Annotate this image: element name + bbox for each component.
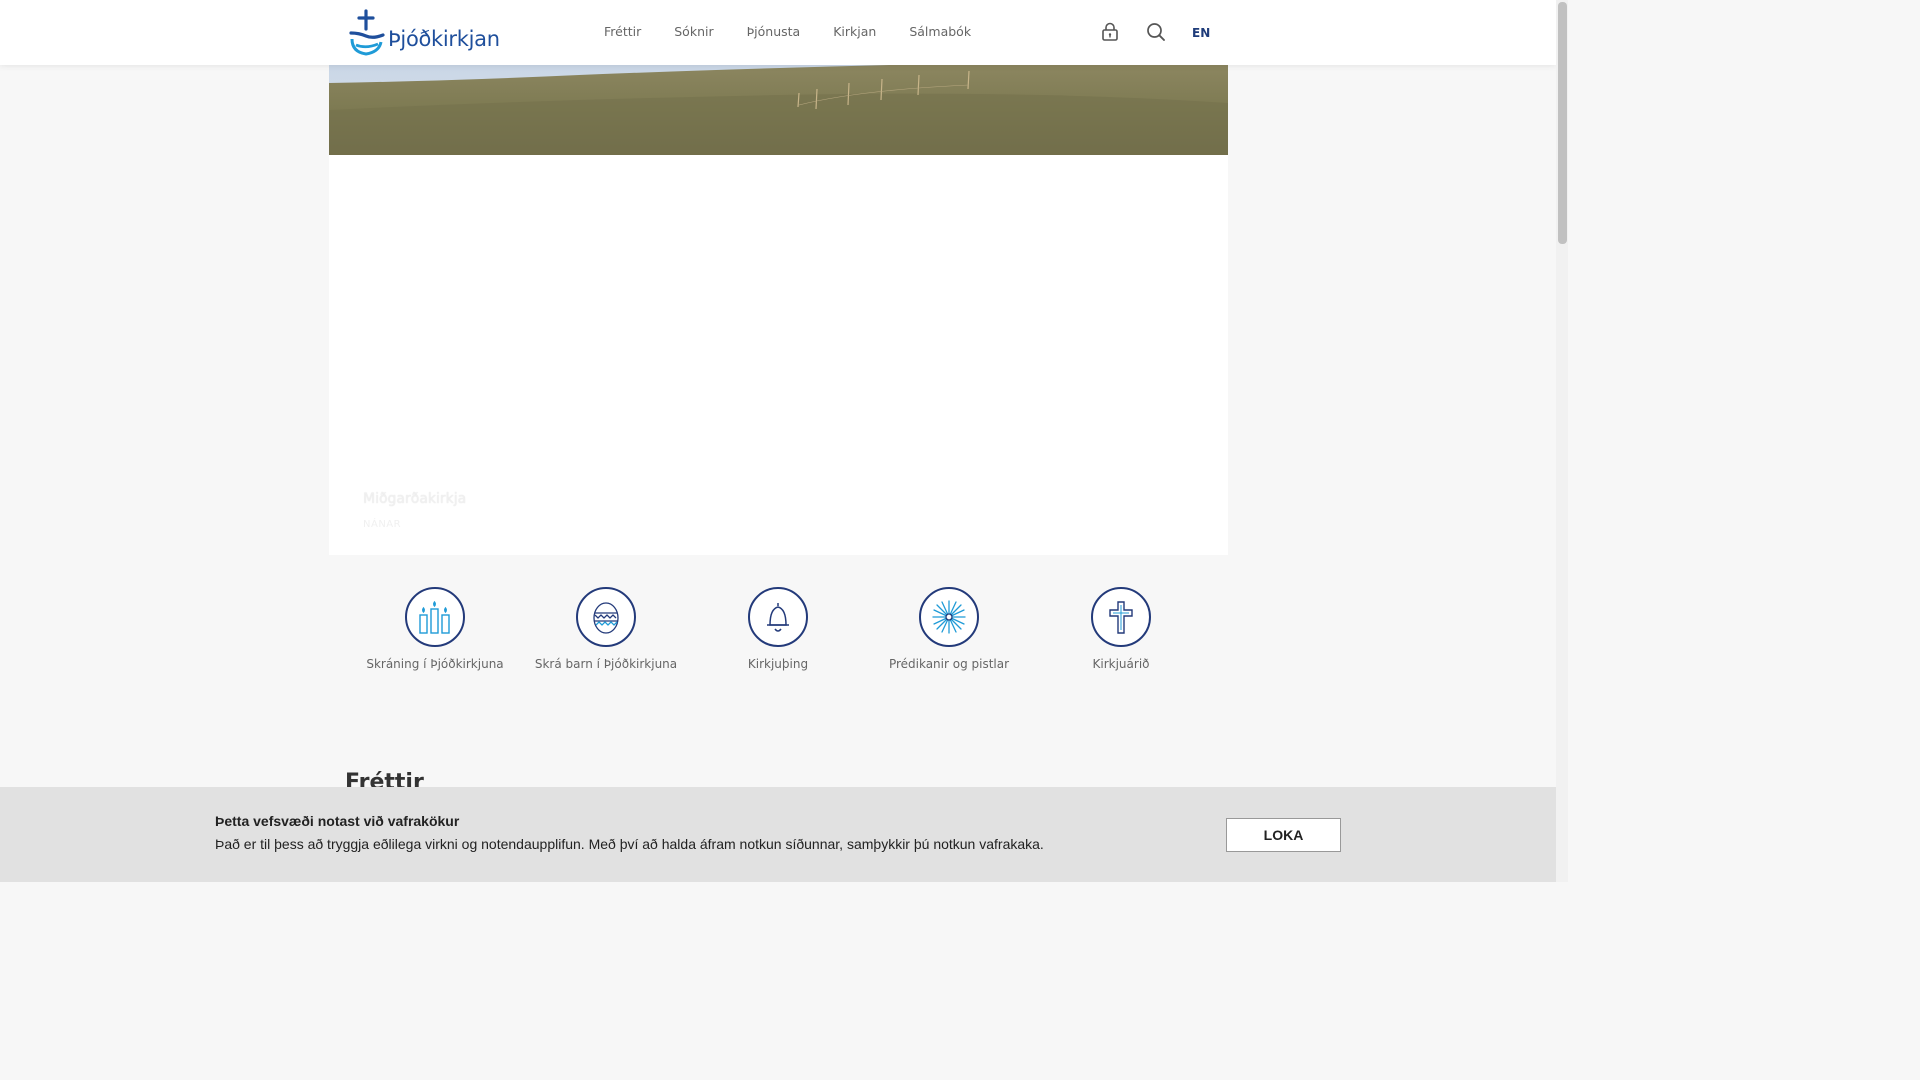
bell-icon [767, 603, 789, 632]
quick-link-kirkjuthing[interactable]: Kirkjuþing [688, 587, 868, 673]
quick-link-circle [919, 587, 979, 647]
quick-link-label: Kirkjuþing [747, 657, 809, 671]
quick-link-circle [748, 587, 808, 647]
quick-links: Skráning í Þjóðkirkjuna Skrá barn í Þjóð… [0, 587, 1556, 697]
quick-link-circle [576, 587, 636, 647]
nav-item-thjonusta[interactable]: Þjónusta [747, 24, 801, 39]
quick-link-label: Skrá barn í Þjóðkirkjuna [534, 657, 678, 671]
hero-more-link[interactable]: NÁNAR [363, 519, 401, 530]
hero-title[interactable]: Miðgarðakirkja [363, 491, 466, 507]
quick-link-label: Skráning í Þjóðkirkjuna [366, 657, 504, 671]
nav-item-salmabok[interactable]: Sálmabók [909, 24, 971, 39]
search-icon[interactable] [1146, 22, 1166, 42]
quick-link-church-year[interactable]: Kirkjuárið [1031, 587, 1211, 673]
language-switch[interactable]: EN [1192, 26, 1210, 40]
main-nav: Fréttir Sóknir Þjónusta Kirkjan Sálmabók [604, 24, 1004, 39]
cookie-text: Það er til þess að tryggja eðlilega virk… [215, 836, 1044, 852]
quick-link-register-child[interactable]: Skrá barn í Þjóðkirkjuna [516, 587, 696, 673]
star-icon [932, 600, 966, 634]
quick-link-circle [405, 587, 465, 647]
site-header: Þjóðkirkjan Fréttir Sóknir Þjónusta Kirk… [0, 0, 1556, 65]
cookie-banner: Þetta vefsvæði notast við vafrakökur Það… [0, 787, 1556, 882]
quick-link-label: Prédikanir og pistlar [888, 657, 1010, 671]
scrollbar-thumb[interactable] [1558, 2, 1567, 244]
nav-item-frettir[interactable]: Fréttir [604, 24, 641, 39]
nav-item-soknir[interactable]: Sóknir [674, 24, 713, 39]
quick-link-label: Kirkjuárið [1092, 657, 1150, 671]
quick-link-circle [1091, 587, 1151, 647]
close-cookie-button[interactable]: LOKA [1226, 818, 1341, 852]
logo-text[interactable]: Þjóðkirkjan [388, 27, 500, 51]
nav-item-kirkjan[interactable]: Kirkjan [833, 24, 876, 39]
egg-icon [593, 602, 619, 634]
lock-icon[interactable] [1100, 22, 1120, 42]
cross-icon [1109, 601, 1133, 634]
quick-link-sermons[interactable]: Prédikanir og pistlar [859, 587, 1039, 673]
candles-icon [419, 600, 450, 634]
quick-link-registration[interactable]: Skráning í Þjóðkirkjuna [345, 587, 525, 673]
hero-image [329, 65, 1228, 155]
hero-banner[interactable]: Miðgarðakirkja NÁNAR [329, 65, 1228, 555]
cookie-title: Þetta vefsvæði notast við vafrakökur [215, 813, 460, 829]
